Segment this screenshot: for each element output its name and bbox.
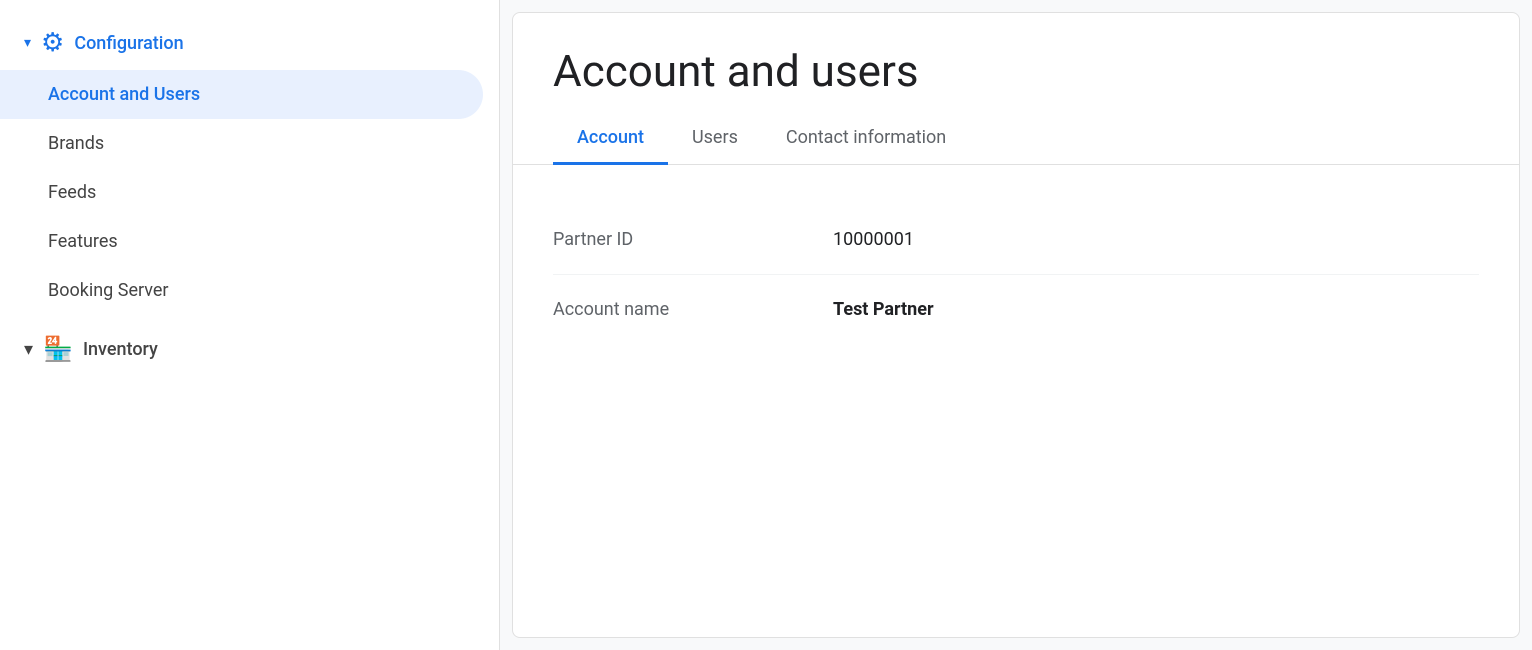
page-title: Account and users bbox=[513, 13, 1519, 113]
account-content: Partner ID 10000001 Account name Test Pa… bbox=[513, 165, 1519, 637]
tab-contact-information[interactable]: Contact information bbox=[762, 113, 970, 165]
sidebar-item-booking-server[interactable]: Booking Server bbox=[0, 266, 499, 315]
sidebar-item-label-account-and-users[interactable]: Account and Users bbox=[0, 70, 483, 119]
chevron-down-icon: ▾ bbox=[24, 35, 31, 51]
chevron-down-icon-inventory: ▾ bbox=[24, 339, 33, 360]
partner-id-row: Partner ID 10000001 bbox=[553, 205, 1479, 275]
partner-id-value: 10000001 bbox=[833, 229, 914, 250]
tab-account[interactable]: Account bbox=[553, 113, 668, 165]
inventory-section-header[interactable]: ▾ 🏪 Inventory bbox=[0, 323, 499, 375]
sidebar-item-feeds[interactable]: Feeds bbox=[0, 168, 499, 217]
configuration-section-header[interactable]: ▾ ⚙ Configuration bbox=[0, 16, 499, 70]
account-name-value: Test Partner bbox=[833, 299, 934, 320]
main-content: Account and users Account Users Contact … bbox=[512, 12, 1520, 638]
sidebar-item-brands[interactable]: Brands bbox=[0, 119, 499, 168]
account-name-row: Account name Test Partner bbox=[553, 275, 1479, 344]
sidebar: ▾ ⚙ Configuration Account and Users Bran… bbox=[0, 0, 500, 650]
sidebar-item-features[interactable]: Features bbox=[0, 217, 499, 266]
partner-id-label: Partner ID bbox=[553, 229, 833, 250]
account-name-label: Account name bbox=[553, 299, 833, 320]
inventory-label: Inventory bbox=[83, 339, 158, 360]
configuration-label: Configuration bbox=[74, 33, 183, 54]
inventory-icon: 🏪 bbox=[43, 335, 73, 363]
gear-icon: ⚙ bbox=[41, 28, 64, 58]
sidebar-item-account-and-users[interactable]: Account and Users bbox=[0, 70, 483, 119]
tabs-container: Account Users Contact information bbox=[513, 113, 1519, 165]
tab-users[interactable]: Users bbox=[668, 113, 762, 165]
